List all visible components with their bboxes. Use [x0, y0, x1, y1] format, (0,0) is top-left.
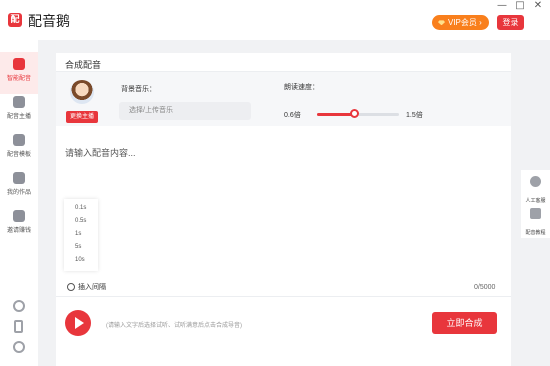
- main-card: 合成配音 更换主播 背景音乐： 选择/上传音乐 朗读速度： 0.6倍 1.5倍 …: [56, 53, 511, 366]
- sidebar-item-label: 邀请赚钱: [6, 228, 31, 234]
- login-button[interactable]: 登录: [497, 15, 524, 30]
- template-icon: [13, 134, 25, 146]
- customer-service-button[interactable]: 人工客服: [521, 176, 550, 207]
- pause-option[interactable]: 5s: [75, 244, 81, 250]
- link-icon[interactable]: [13, 300, 25, 312]
- hint-text: (请输入文字后选择试听、试听满意后点击合成导音): [106, 323, 242, 329]
- right-panel: 人工客服 配音教程: [521, 170, 550, 238]
- vip-button[interactable]: VIP会员 ›: [432, 15, 489, 30]
- divider: [56, 296, 511, 297]
- char-count: 0/5000: [474, 284, 496, 291]
- bgm-label: 背景音乐：: [121, 86, 156, 93]
- microphone-icon: [13, 58, 25, 70]
- play-button[interactable]: [65, 310, 91, 336]
- settings-row: 更换主播 背景音乐： 选择/上传音乐 朗读速度： 0.6倍 1.5倍: [56, 72, 511, 126]
- diamond-icon: [438, 20, 445, 26]
- tutorial-button[interactable]: 配音教程: [521, 208, 550, 239]
- pause-option[interactable]: 10s: [75, 257, 85, 263]
- speed-max-label: 1.5倍: [406, 112, 423, 119]
- app-title: 配音鹅: [28, 13, 70, 29]
- sidebar-item-invite[interactable]: 邀请赚钱: [0, 204, 38, 246]
- close-icon[interactable]: ✕: [531, 0, 545, 11]
- sidebar-item-label: 配音模板: [6, 152, 31, 158]
- sidebar-item-smart-dubbing[interactable]: 智能配音: [0, 52, 38, 94]
- pause-options-menu: 0.1s 0.5s 1s 5s 10s: [64, 199, 98, 271]
- dubbing-text-input[interactable]: 请输入配音内容...: [65, 146, 136, 159]
- insert-pause-button[interactable]: 插入间隔: [67, 282, 106, 292]
- right-panel-label: 配音教程: [525, 230, 546, 236]
- right-panel-label: 人工客服: [525, 198, 546, 204]
- sidebar-item-label: 我的作品: [6, 190, 31, 196]
- sidebar-item-templates[interactable]: 配音模板: [0, 128, 38, 170]
- page-title: 合成配音: [65, 60, 102, 70]
- pause-option[interactable]: 0.1s: [75, 205, 86, 211]
- speed-slider-thumb[interactable]: [349, 109, 359, 118]
- insert-pause-label: 插入间隔: [78, 284, 106, 291]
- sidebar: 智能配音 配音主播 配音模板 我的作品 邀请赚钱: [0, 40, 38, 366]
- tutorial-book-icon: [530, 208, 541, 219]
- customer-service-icon: [530, 176, 541, 187]
- settings-icon[interactable]: [13, 341, 25, 353]
- change-anchor-button[interactable]: 更换主播: [66, 111, 98, 123]
- anchor-icon: [13, 96, 25, 108]
- maximize-icon[interactable]: □: [513, 0, 527, 11]
- speed-slider[interactable]: [317, 109, 399, 118]
- sidebar-item-my-works[interactable]: 我的作品: [0, 166, 38, 208]
- title-bar: 配 配音鹅 VIP会员 › 登录 — □ ✕: [0, 0, 550, 40]
- minimize-icon[interactable]: —: [495, 0, 509, 11]
- speed-label: 朗读速度：: [284, 84, 319, 91]
- speed-min-label: 0.6倍: [284, 112, 301, 119]
- clock-icon: [67, 283, 75, 292]
- vip-label: VIP会员 ›: [448, 18, 482, 27]
- folder-icon: [13, 172, 25, 184]
- sidebar-item-anchors[interactable]: 配音主播: [0, 90, 38, 132]
- phone-icon[interactable]: [14, 320, 23, 333]
- sidebar-item-label: 配音主播: [6, 114, 31, 120]
- pause-option[interactable]: 0.5s: [75, 218, 86, 224]
- speed-slider-fill: [317, 113, 354, 116]
- pause-option[interactable]: 1s: [75, 231, 81, 237]
- bgm-select[interactable]: 选择/上传音乐: [119, 102, 251, 120]
- app-logo-icon: 配: [8, 13, 22, 27]
- synthesize-button[interactable]: 立即合成: [432, 312, 497, 334]
- money-bag-icon: [13, 210, 25, 222]
- sidebar-item-label: 智能配音: [6, 76, 31, 82]
- anchor-avatar[interactable]: [70, 80, 94, 104]
